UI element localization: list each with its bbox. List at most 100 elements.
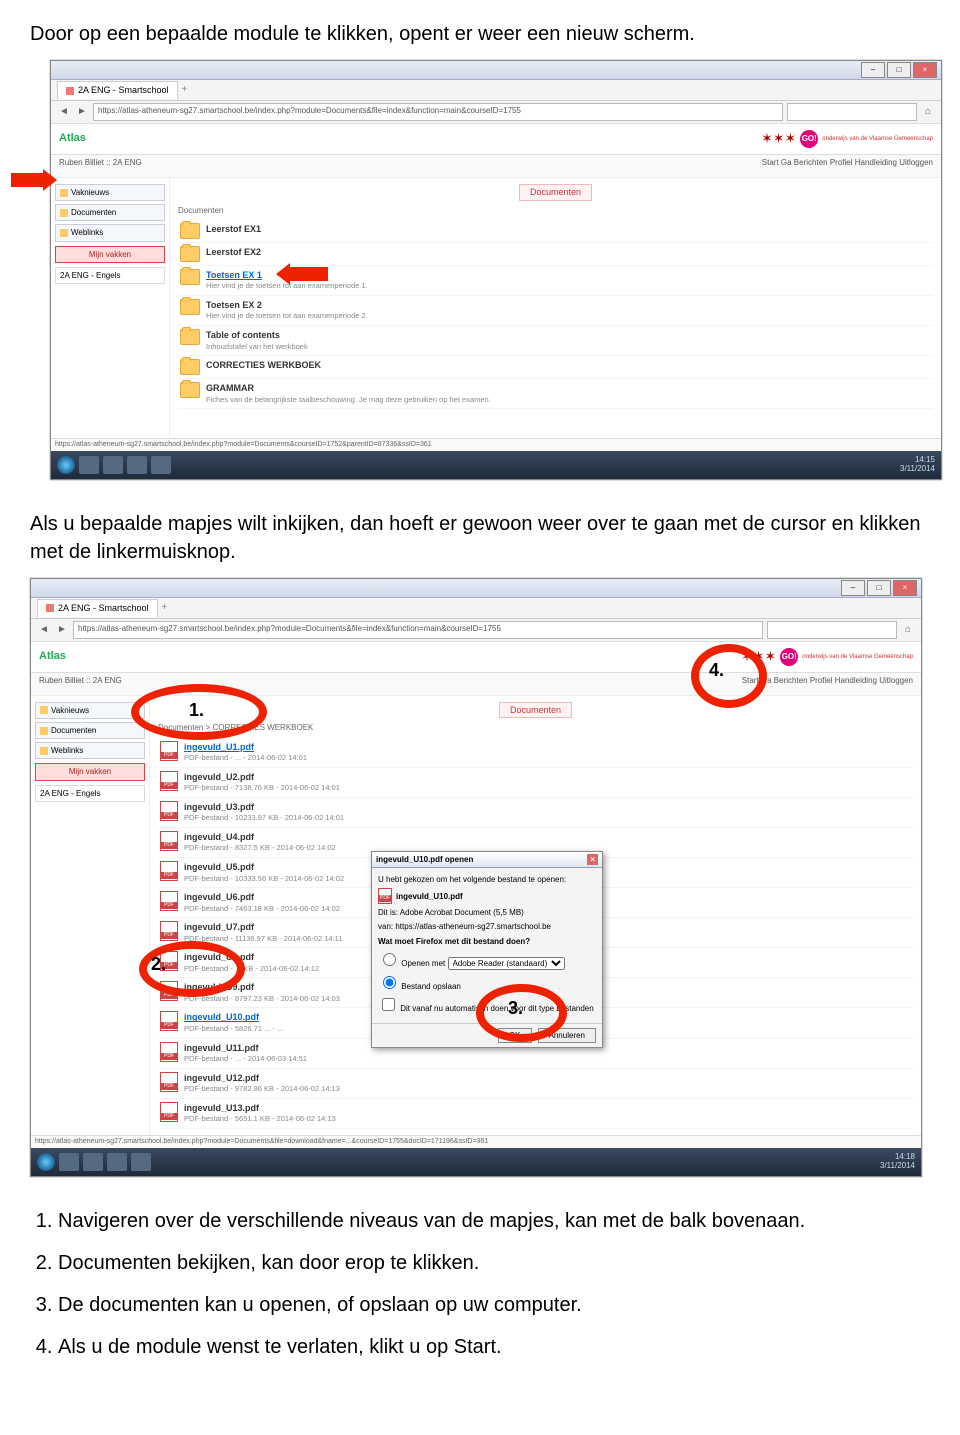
browser-tab[interactable]: 2A ENG - Smartschool	[37, 599, 158, 617]
max-button[interactable]: □	[867, 580, 891, 596]
home-icon[interactable]: ⌂	[921, 105, 935, 119]
dialog-close-icon[interactable]: ×	[587, 854, 598, 865]
external-red-arrow	[11, 173, 45, 187]
url-input[interactable]: https://atlas-atheneum-sg27.smartschool.…	[93, 103, 783, 121]
dialog-title: ingevuld_U10.pdf openen ×	[372, 852, 602, 868]
go-subtitle: onderwijs van de Vlaamse Gemeenschap	[802, 653, 913, 661]
sidebar-item-weblinks[interactable]: Weblinks	[35, 742, 145, 759]
pdf-icon	[160, 1072, 178, 1092]
folder-row[interactable]: Table of contentsInhoudstafel van het we…	[178, 326, 933, 356]
forward-icon[interactable]: ►	[75, 105, 89, 119]
annotation-circle-4	[691, 644, 767, 708]
address-bar-row: ◄ ► https://atlas-atheneum-sg27.smartsch…	[51, 101, 941, 124]
sidebar-item-documenten[interactable]: Documenten	[55, 204, 165, 221]
sidebar-item-weblinks[interactable]: Weblinks	[55, 224, 165, 241]
red-arrow-annotation	[288, 267, 328, 281]
sidebar-item-vaknieuws[interactable]: Vaknieuws	[35, 702, 145, 719]
forward-icon[interactable]: ►	[55, 623, 69, 637]
open-with-select[interactable]: Adobe Reader (standaard)	[448, 957, 565, 970]
folder-row[interactable]: Toetsen EX 1Hier vind je de toetsen tot …	[178, 266, 933, 296]
sidebar-item-vaknieuws[interactable]: Vaknieuws	[55, 184, 165, 201]
start-button[interactable]	[57, 456, 75, 474]
folder-row[interactable]: GRAMMARFiches van de belangrijkste taalb…	[178, 379, 933, 409]
logo: Atlas	[59, 131, 86, 146]
folder-row[interactable]: Toetsen EX 2Hier vind je de toetsen tot …	[178, 296, 933, 326]
instructions-list: Navigeren over de verschillende niveaus …	[30, 1207, 930, 1361]
taskbar: 14:15 3/11/2014	[51, 451, 941, 479]
taskbar-item[interactable]	[59, 1153, 79, 1171]
go-subtitle: onderwijs van de Vlaamse Gemeenschap	[822, 135, 933, 143]
file-row[interactable]: ingevuld_U12.pdfPDF-bestand - 9782.86 KB…	[158, 1069, 913, 1099]
taskbar-item[interactable]	[103, 456, 123, 474]
tab-add[interactable]: +	[162, 601, 168, 615]
home-icon[interactable]: ⌂	[901, 623, 915, 637]
screenshot-1: – □ × 2A ENG - Smartschool + ◄ ► https:/…	[50, 60, 942, 480]
crumb-row: Ruben Billiet :: 2A ENG Start Ga Bericht…	[51, 155, 941, 178]
folder-icon	[40, 706, 48, 714]
folder-icon	[180, 382, 200, 398]
taskbar-item[interactable]	[151, 456, 171, 474]
max-button[interactable]: □	[887, 62, 911, 78]
file-row[interactable]: ingevuld_U1.pdfPDF-bestand - ... - 2014-…	[158, 738, 913, 768]
close-button[interactable]: ×	[913, 62, 937, 78]
folder-row[interactable]: Leerstof EX2	[178, 243, 933, 266]
dialog-filename: ingevuld_U10.pdf	[378, 888, 596, 904]
radio-open[interactable]	[383, 953, 396, 966]
close-button[interactable]: ×	[893, 580, 917, 596]
dialog-text: Wat moet Firefox met dit bestand doen?	[378, 936, 596, 947]
sidebar: Vaknieuws Documenten Weblinks Mijn vakke…	[51, 178, 170, 438]
breadcrumb[interactable]: Documenten > CORRECTIES WERKBOEK	[158, 722, 913, 733]
taskbar-item[interactable]	[107, 1153, 127, 1171]
browser-tab[interactable]: 2A ENG - Smartschool	[57, 81, 178, 99]
top-menu[interactable]: Start Ga Berichten Profiel Handleiding U…	[762, 157, 933, 175]
min-button[interactable]: –	[841, 580, 865, 596]
logo: Atlas	[39, 649, 66, 664]
user-crumb: Ruben Billiet :: 2A ENG	[59, 157, 142, 175]
pdf-icon	[160, 861, 178, 881]
taskbar-item[interactable]	[79, 456, 99, 474]
file-row[interactable]: ingevuld_U13.pdfPDF-bestand - 5651.1 KB …	[158, 1099, 913, 1129]
annotation-3: 3.	[508, 996, 523, 1021]
tab-add[interactable]: +	[182, 83, 188, 97]
favicon	[66, 87, 74, 95]
sidebar-mijn-vakken[interactable]: Mijn vakken	[35, 763, 145, 780]
top-menu[interactable]: Start Ga Berichten Profiel Handleiding U…	[742, 675, 913, 693]
site-header: Atlas ✶✶✶ GO! onderwijs van de Vlaamse G…	[31, 642, 921, 673]
taskbar-item[interactable]	[131, 1153, 151, 1171]
annotation-4: 4.	[709, 658, 724, 683]
dialog-option-open[interactable]: Openen met Adobe Reader (standaard)	[378, 950, 596, 970]
mid-paragraph: Als u bepaalde mapjes wilt inkijken, dan…	[30, 510, 930, 566]
folder-row[interactable]: CORRECTIES WERKBOEK	[178, 356, 933, 379]
folder-icon	[40, 727, 48, 735]
taskbar-item[interactable]	[127, 456, 147, 474]
file-row[interactable]: ingevuld_U2.pdfPDF-bestand - 7138.76 KB …	[158, 768, 913, 798]
sidebar-mijn-vakken[interactable]: Mijn vakken	[55, 246, 165, 263]
back-icon[interactable]: ◄	[57, 105, 71, 119]
back-icon[interactable]: ◄	[37, 623, 51, 637]
search-input[interactable]	[767, 621, 897, 639]
dialog-option-save[interactable]: Bestand opslaan	[378, 973, 596, 992]
pdf-icon	[160, 741, 178, 761]
checkbox-remember[interactable]	[382, 998, 395, 1011]
site-header: Atlas ✶✶✶ GO! onderwijs van de Vlaamse G…	[51, 124, 941, 155]
sidebar-course[interactable]: 2A ENG - Engels	[35, 785, 145, 802]
start-button[interactable]	[37, 1153, 55, 1171]
folder-row[interactable]: Leerstof EX1	[178, 220, 933, 243]
sidebar-course[interactable]: 2A ENG - Engels	[55, 267, 165, 284]
taskbar-item[interactable]	[83, 1153, 103, 1171]
min-button[interactable]: –	[861, 62, 885, 78]
dialog-text: U hebt gekozen om het volgende bestand t…	[378, 874, 596, 885]
url-input[interactable]: https://atlas-atheneum-sg27.smartschool.…	[73, 621, 763, 639]
go-branding: ✶✶✶ GO! onderwijs van de Vlaamse Gemeens…	[761, 129, 933, 149]
search-input[interactable]	[787, 103, 917, 121]
window-titlebar: – □ ×	[31, 579, 921, 598]
pdf-icon	[160, 831, 178, 851]
file-row[interactable]: ingevuld_U3.pdfPDF-bestand - 10233.97 KB…	[158, 798, 913, 828]
system-clock: 14:18 3/11/2014	[880, 1153, 915, 1171]
screenshot-2: – □ × 2A ENG - Smartschool + ◄ ► https:/…	[30, 578, 922, 1177]
radio-save[interactable]	[383, 976, 396, 989]
window-titlebar: – □ ×	[51, 61, 941, 80]
section-tab: Documenten	[499, 702, 572, 719]
breadcrumb[interactable]: Documenten	[178, 205, 933, 216]
sidebar-item-documenten[interactable]: Documenten	[35, 722, 145, 739]
